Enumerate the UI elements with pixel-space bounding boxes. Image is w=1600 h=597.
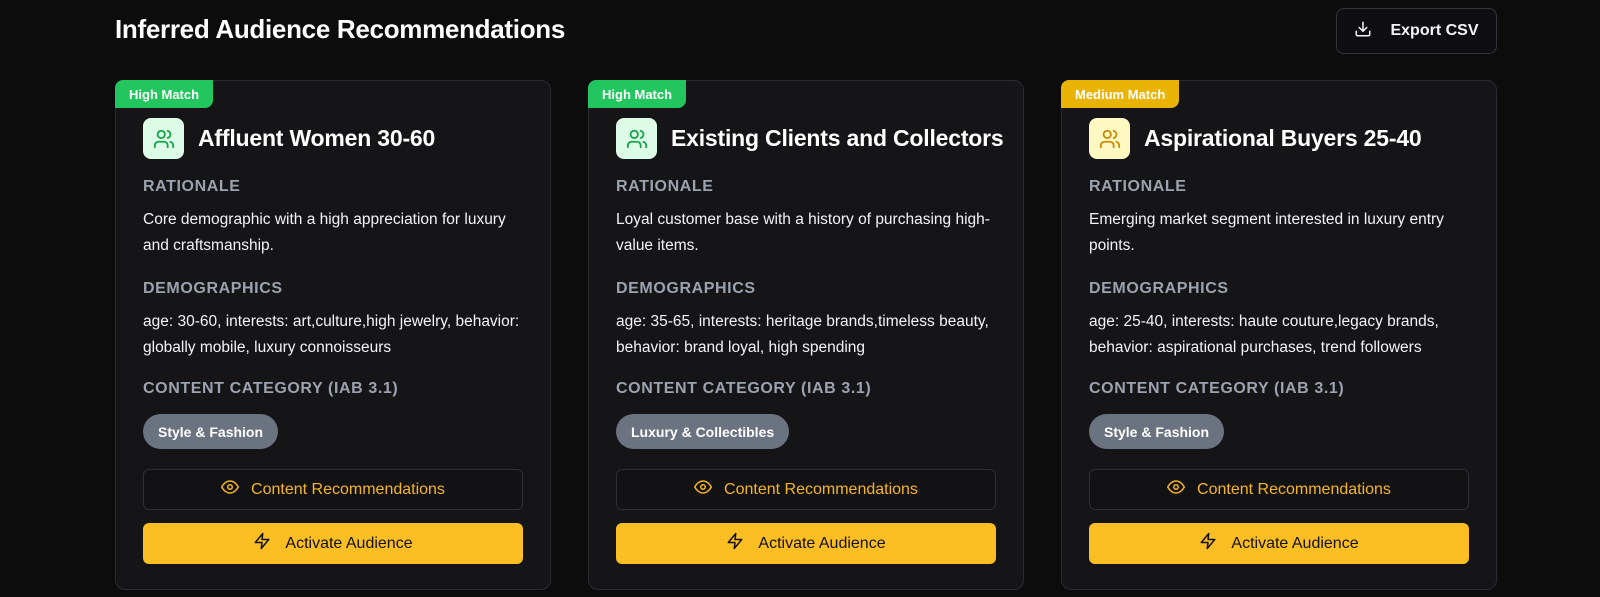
content-recommendations-button[interactable]: Content Recommendations — [143, 469, 523, 510]
card-header: Aspirational Buyers 25-40 — [1089, 118, 1422, 159]
rationale-label: RATIONALE — [616, 178, 714, 195]
activate-audience-label: Activate Audience — [1231, 534, 1359, 552]
demographics-label: DEMOGRAPHICS — [616, 280, 756, 297]
demographics-text: age: 35-65, interests: heritage brands,t… — [616, 313, 989, 356]
audience-title: Affluent Women 30-60 — [198, 125, 436, 151]
eye-icon — [221, 478, 240, 501]
audience-title: Aspirational Buyers 25-40 — [1144, 125, 1422, 151]
zap-icon — [726, 532, 744, 555]
eye-icon — [1167, 478, 1186, 501]
zap-icon — [253, 532, 271, 555]
audience-recommendations-page: Inferred Audience Recommendations Export… — [0, 0, 1600, 597]
category-chip: Style & Fashion — [143, 414, 279, 449]
users-icon — [616, 118, 657, 159]
rationale-text: Emerging market segment interested in lu… — [1089, 211, 1444, 254]
audience-card: High Match Affluent Women 30-60 RATIONAL… — [115, 80, 551, 590]
export-csv-label: Export CSV — [1390, 22, 1479, 39]
demographics-text: age: 25-40, interests: haute couture,leg… — [1089, 313, 1439, 356]
rationale-label: RATIONALE — [1089, 178, 1187, 195]
rationale-label: RATIONALE — [143, 178, 241, 195]
activate-audience-label: Activate Audience — [758, 534, 886, 552]
eye-icon — [694, 478, 713, 501]
demographics-label: DEMOGRAPHICS — [1089, 280, 1229, 297]
download-icon — [1354, 20, 1372, 43]
match-badge: High Match — [588, 80, 687, 108]
match-badge: Medium Match — [1061, 80, 1180, 108]
card-header: Existing Clients and Collectors — [616, 118, 1004, 159]
activate-audience-button[interactable]: Activate Audience — [143, 523, 523, 564]
category-chip: Style & Fashion — [1089, 414, 1225, 449]
activate-audience-button[interactable]: Activate Audience — [1089, 523, 1469, 564]
users-icon — [1089, 118, 1130, 159]
page-title: Inferred Audience Recommendations — [115, 14, 566, 44]
zap-icon — [1199, 532, 1217, 555]
content-recommendations-label: Content Recommendations — [724, 480, 918, 498]
content-recommendations-label: Content Recommendations — [251, 480, 445, 498]
card-header: Affluent Women 30-60 — [143, 118, 435, 159]
content-recommendations-button[interactable]: Content Recommendations — [616, 469, 996, 510]
rationale-text: Core demographic with a high appreciatio… — [143, 211, 506, 254]
content-recommendations-label: Content Recommendations — [1197, 480, 1391, 498]
category-chip: Luxury & Collectibles — [616, 414, 790, 449]
activate-audience-button[interactable]: Activate Audience — [616, 523, 996, 564]
content-recommendations-button[interactable]: Content Recommendations — [1089, 469, 1469, 510]
demographics-label: DEMOGRAPHICS — [143, 280, 283, 297]
demographics-text: age: 30-60, interests: art,culture,high … — [143, 313, 520, 356]
export-csv-button[interactable]: Export CSV — [1336, 8, 1497, 54]
match-badge: High Match — [115, 80, 214, 108]
content-category-label: CONTENT CATEGORY (IAB 3.1) — [143, 380, 399, 397]
audience-title: Existing Clients and Collectors — [671, 125, 1004, 151]
audience-card: High Match Existing Clients and Collecto… — [588, 80, 1024, 590]
content-category-label: CONTENT CATEGORY (IAB 3.1) — [1089, 380, 1345, 397]
audience-card: Medium Match Aspirational Buyers 25-40 R… — [1061, 80, 1497, 590]
activate-audience-label: Activate Audience — [285, 534, 413, 552]
users-icon — [143, 118, 184, 159]
rationale-text: Loyal customer base with a history of pu… — [616, 211, 990, 254]
content-category-label: CONTENT CATEGORY (IAB 3.1) — [616, 380, 872, 397]
